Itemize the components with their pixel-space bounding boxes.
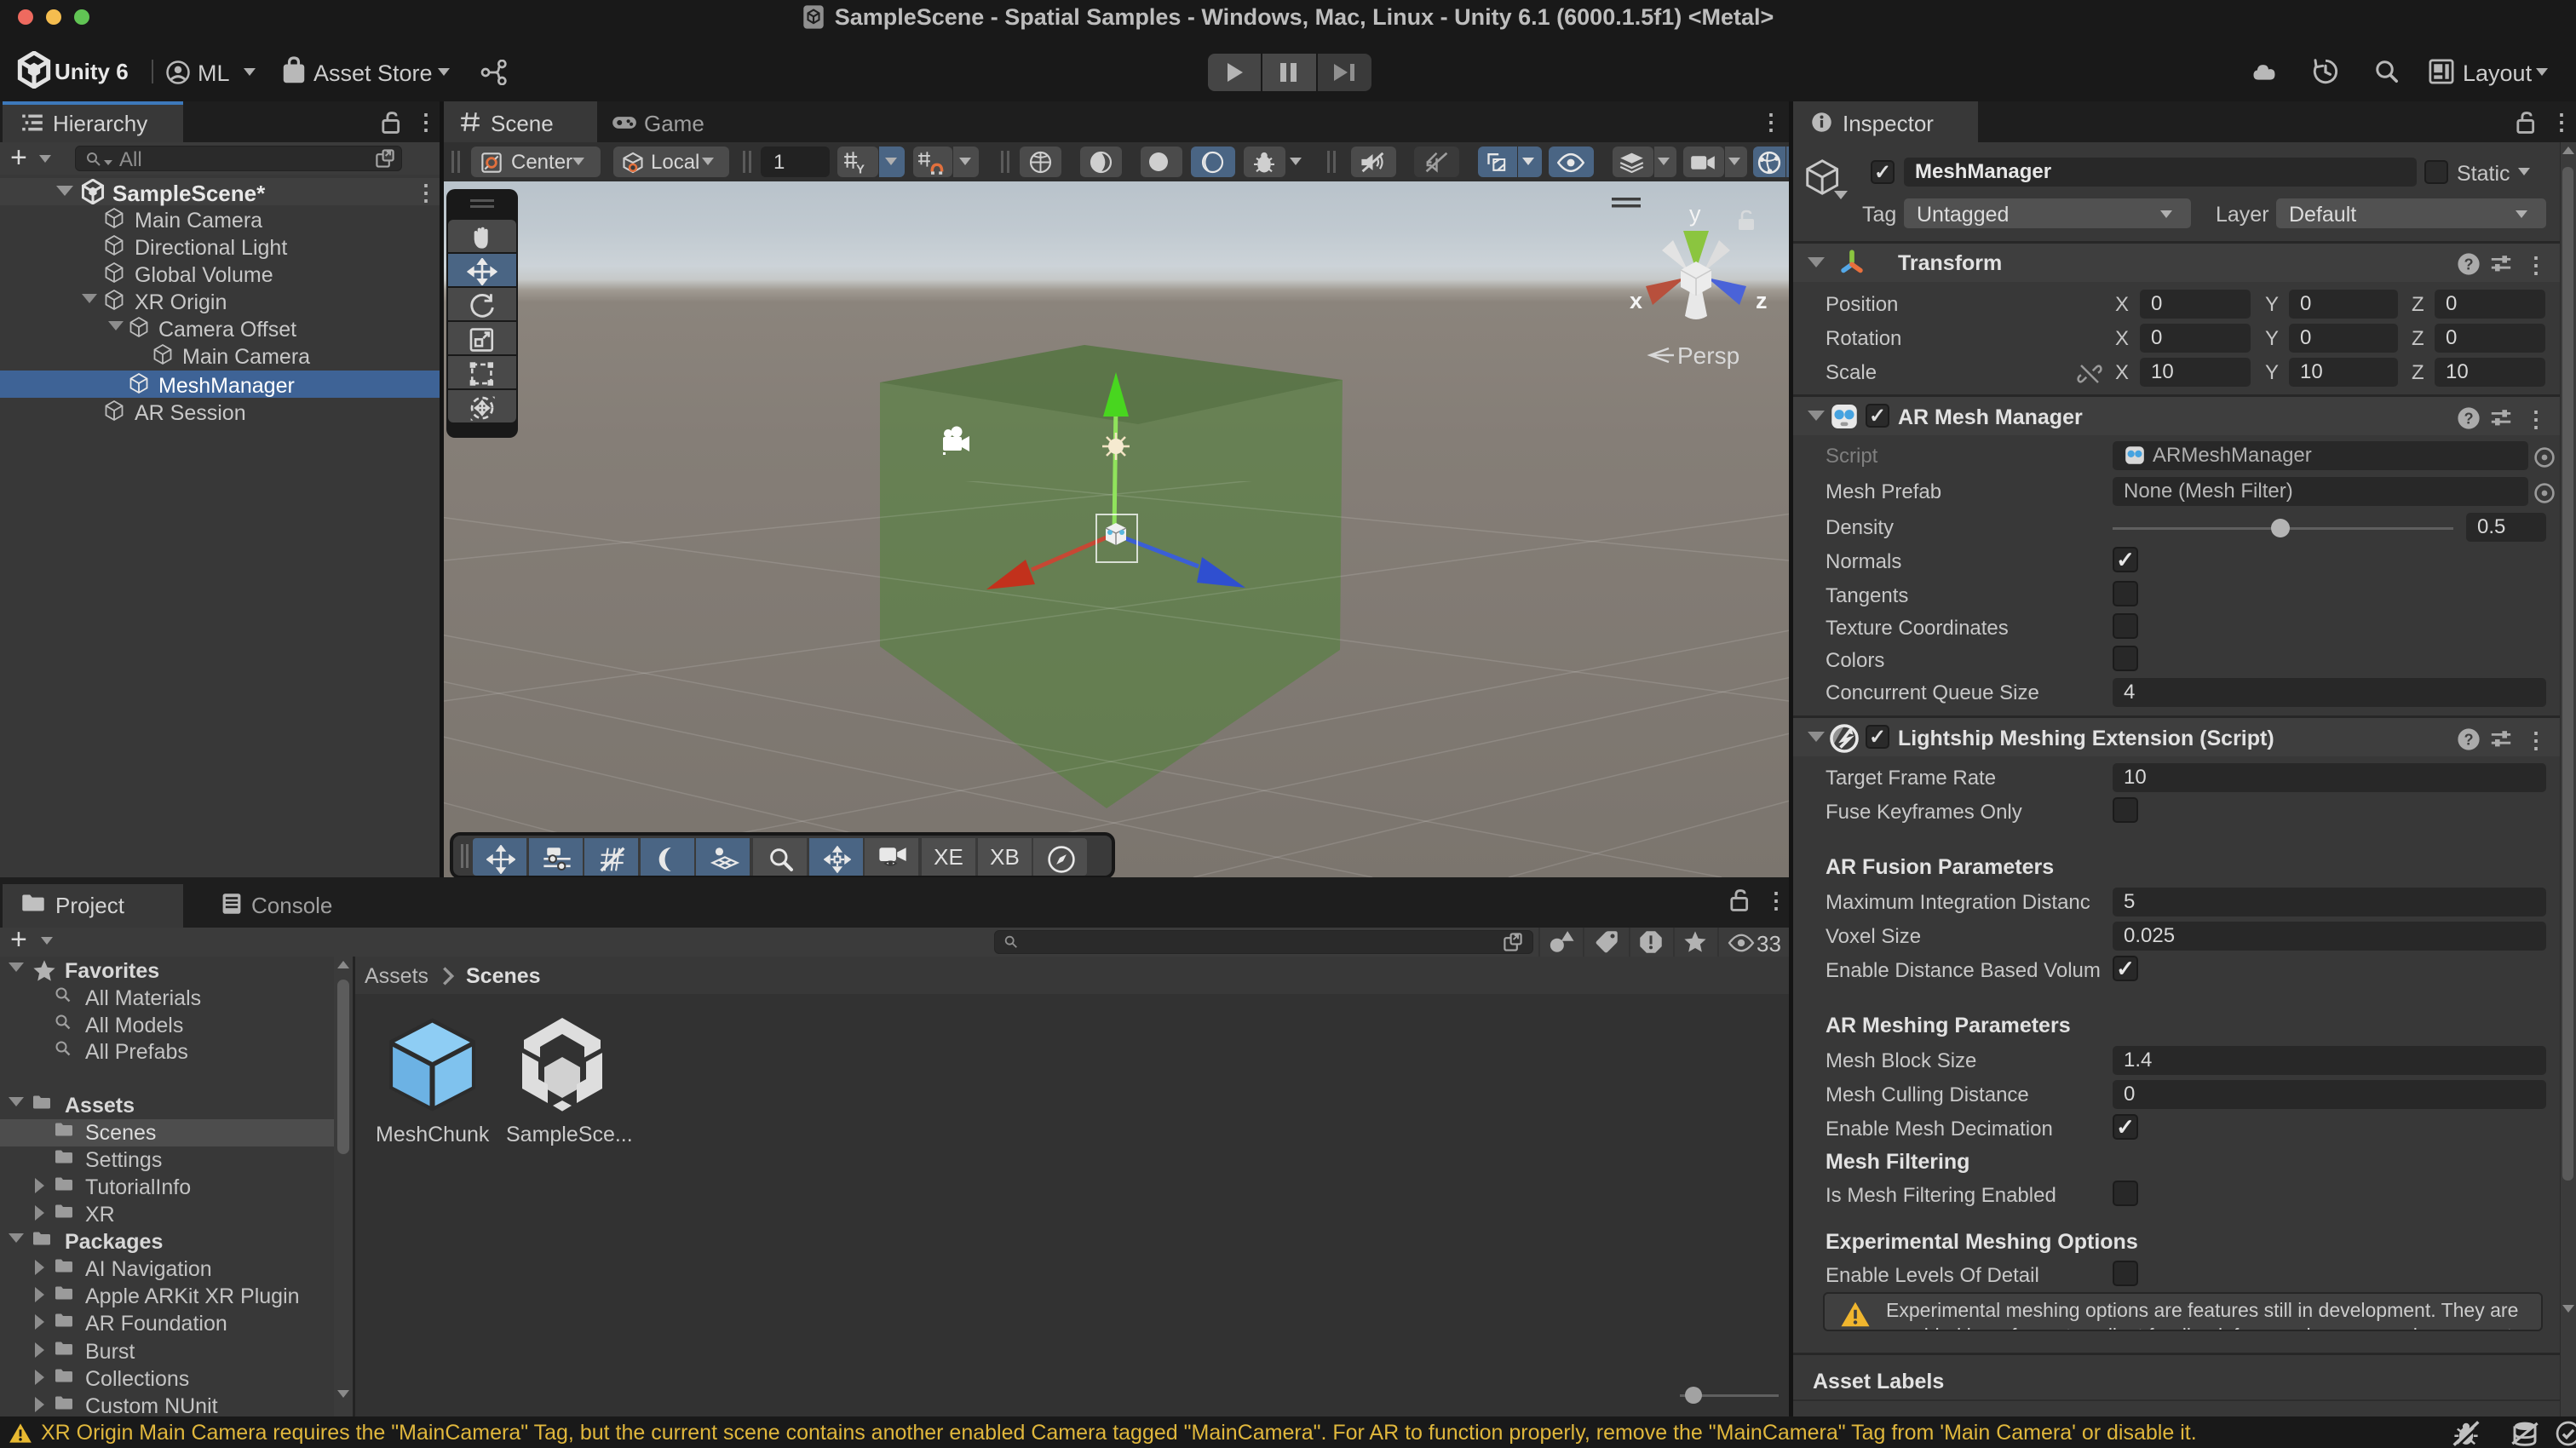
svg-text:Y: Y [856,163,865,175]
svg-text:?: ? [2464,256,2473,273]
svg-text:z: z [1756,288,1768,313]
svg-text:?: ? [2464,410,2473,427]
svg-text:Persp: Persp [1677,342,1739,369]
svg-text:y: y [1689,201,1701,227]
svg-text:x: x [1630,288,1642,313]
svg-text:?: ? [2464,731,2473,748]
